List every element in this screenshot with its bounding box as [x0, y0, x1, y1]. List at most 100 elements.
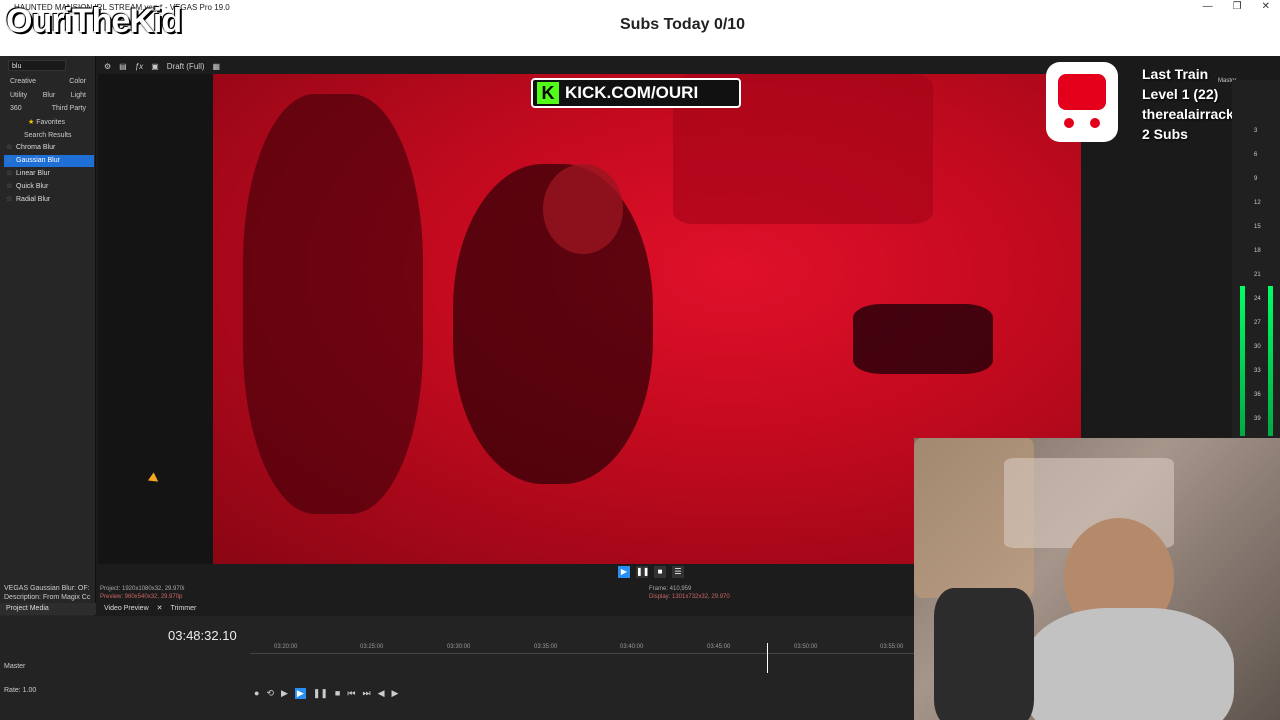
stop-icon[interactable]: ■	[654, 566, 666, 578]
preview-info: Preview: 960x540x32, 29.970p	[100, 594, 183, 600]
meter-tick: 24	[1254, 296, 1261, 302]
window-controls: — ❐ ✕	[1203, 1, 1270, 12]
overlay-icon[interactable]: ▣	[151, 62, 159, 71]
loop-icon[interactable]: ⟲	[266, 688, 274, 699]
meter-bar-right	[1268, 286, 1273, 436]
frame-info: Frame: 410,959	[649, 586, 692, 592]
grid-icon[interactable]: ▦	[213, 62, 221, 71]
close-icon[interactable]: ✕	[157, 603, 163, 615]
category-360[interactable]: 360	[10, 105, 22, 112]
star-icon: ☆	[6, 183, 13, 190]
fx-item-label: Quick Blur	[16, 183, 49, 190]
fx-description: VEGAS Gaussian Blur: OF: Description: Fr…	[4, 584, 90, 602]
subs-today-overlay: Subs Today 0/10	[620, 16, 746, 33]
meter-tick: 33	[1254, 368, 1261, 374]
favorites-label: Favorites	[36, 119, 66, 126]
kick-banner: K KICK.COM/OURI	[531, 78, 741, 108]
gear-icon[interactable]: ⚙	[104, 62, 111, 71]
menu-icon[interactable]: ☰	[672, 566, 684, 578]
tab-project-media[interactable]: Project Media	[0, 603, 96, 615]
ruler-tick: 03:40:00	[620, 644, 644, 650]
kick-url: KICK.COM/OURI	[565, 83, 699, 102]
webcam-overlay	[914, 438, 1280, 720]
category-color[interactable]: Color	[69, 78, 86, 85]
hype-train-level-extra: (22)	[1193, 86, 1219, 102]
meter-tick: 15	[1254, 224, 1261, 230]
category-third-party[interactable]: Third Party	[52, 105, 86, 112]
preview-tabs: Video Preview ✕ Trimmer	[98, 603, 914, 615]
category-utility[interactable]: Utility	[10, 92, 27, 99]
fx-item[interactable]: ☆ Linear Blur	[4, 168, 94, 180]
star-icon: ★	[28, 119, 35, 126]
star-icon: ☆	[6, 170, 13, 177]
next-frame-icon[interactable]: ▶	[392, 688, 399, 699]
kick-logo-icon: K	[537, 82, 559, 104]
timeline-ruler[interactable]: 03:20:00 03:25:00 03:30:00 03:35:00 03:4…	[250, 640, 914, 654]
quality-dropdown[interactable]: Draft (Full)	[167, 62, 205, 71]
fx-item-label: Radial Blur	[16, 196, 51, 203]
camera-shape	[853, 304, 993, 374]
category-row: Utility Blur Light	[0, 92, 96, 99]
favorites-item[interactable]: ★ Favorites	[28, 118, 65, 126]
meter-tick: 9	[1254, 176, 1258, 182]
fx-item[interactable]: ☆ Quick Blur	[4, 181, 94, 193]
go-to-end-icon[interactable]: ⏭	[362, 688, 370, 699]
video-fx-panel: blu Creative Color Utility Blur Light 36…	[0, 56, 96, 616]
tab-trimmer[interactable]: Trimmer	[171, 603, 197, 615]
face-shape	[543, 164, 623, 254]
fx-item[interactable]: ☆ Chroma Blur	[4, 142, 94, 154]
play-from-start-icon[interactable]: ▶	[281, 688, 288, 699]
stop-icon[interactable]: ■	[335, 688, 340, 699]
fx-description-line: VEGAS Gaussian Blur: OF:	[4, 585, 90, 592]
pause-icon[interactable]: ❚❚	[636, 566, 649, 578]
person-silhouette	[243, 94, 423, 514]
playhead[interactable]	[767, 643, 768, 673]
search-results-label[interactable]: Search Results	[24, 132, 71, 139]
tab-video-preview[interactable]: Video Preview	[104, 603, 149, 615]
meter-tick: 36	[1254, 392, 1261, 398]
category-row: 360 Third Party	[0, 105, 96, 112]
fx-search-input[interactable]: blu	[8, 60, 66, 71]
play-icon[interactable]: ▶	[294, 688, 306, 699]
star-icon: ☆	[6, 144, 13, 151]
chair-shape	[934, 588, 1034, 720]
fx-icon[interactable]: ƒx	[135, 62, 143, 71]
category-blur[interactable]: Blur	[43, 92, 55, 99]
preview-toolbar: ⚙ ▤ ƒx ▣ Draft (Full) ▦	[98, 58, 914, 74]
ruler-tick: 03:50:00	[794, 644, 818, 650]
fx-item-selected[interactable]: ☆ Gaussian Blur	[4, 155, 94, 167]
rate-label: Rate: 1.00	[4, 687, 37, 694]
pause-icon[interactable]: ❚❚	[313, 688, 328, 699]
meter-tick: 6	[1254, 152, 1258, 158]
meter-tick: 12	[1254, 200, 1261, 206]
fx-item-label: Chroma Blur	[16, 144, 56, 151]
ruler-tick: 03:20:00	[274, 644, 298, 650]
display-info: Display: 1301x732x32, 29.970	[649, 594, 730, 600]
train-icon	[1046, 62, 1118, 142]
meter-tick: 18	[1254, 248, 1261, 254]
go-to-start-icon[interactable]: ⏮	[347, 688, 355, 699]
split-icon[interactable]: ▤	[119, 62, 127, 71]
train-body	[1058, 74, 1106, 110]
preview-play-controls: ▶ ❚❚ ■ ☰	[618, 566, 684, 578]
hype-train-level-text: Level 1	[1142, 86, 1190, 102]
category-light[interactable]: Light	[71, 92, 86, 99]
train-wheel	[1064, 118, 1074, 128]
fx-item-label: Gaussian Blur	[16, 157, 60, 164]
category-creative[interactable]: Creative	[10, 78, 36, 85]
star-icon: ☆	[6, 157, 13, 164]
meter-bar-left	[1240, 286, 1245, 436]
project-info: Project: 1920x1080x32, 29.970i	[100, 586, 185, 592]
meter-tick: 21	[1254, 272, 1261, 278]
maximize-button[interactable]: ❐	[1233, 1, 1242, 12]
fx-item[interactable]: ☆ Radial Blur	[4, 194, 94, 206]
play-icon[interactable]: ▶	[618, 566, 630, 578]
close-button[interactable]: ✕	[1262, 1, 1270, 12]
meter-tick: 39	[1254, 416, 1261, 422]
minimize-button[interactable]: —	[1203, 1, 1213, 12]
prev-frame-icon[interactable]: ◀	[378, 688, 385, 699]
ruler-tick: 03:30:00	[447, 644, 471, 650]
preview-status: Project: 1920x1080x32, 29.970i Preview: …	[98, 564, 914, 604]
timeline-panel	[0, 616, 914, 720]
record-icon[interactable]: ●	[254, 688, 259, 699]
